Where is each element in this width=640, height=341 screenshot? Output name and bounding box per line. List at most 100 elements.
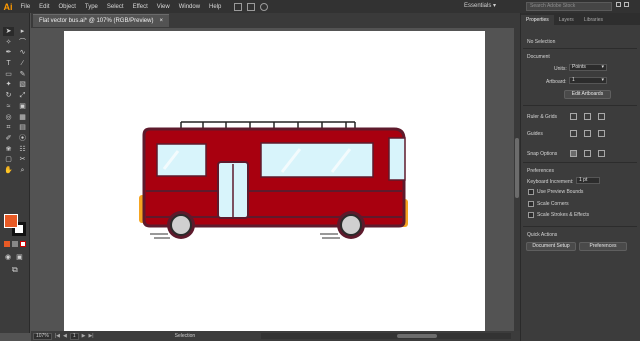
properties-panel: Properties Layers Libraries No Selection… (520, 13, 640, 341)
direct-selection-tool-icon[interactable]: ▸ (17, 27, 28, 36)
illustrator-logo: Ai (3, 1, 13, 12)
document-tab[interactable]: Flat vector bus.ai* @ 107% (RGB/Preview)… (33, 14, 169, 27)
preferences-button[interactable]: Preferences (579, 242, 627, 251)
menu-view[interactable]: View (152, 4, 174, 10)
menu-window[interactable]: Window (174, 4, 204, 10)
artboard-tool-icon[interactable]: ▢ (3, 155, 14, 164)
color-mode-icon[interactable] (4, 241, 10, 247)
units-label: Units: (554, 66, 567, 72)
column-graph-icon[interactable]: ☷ (17, 145, 28, 154)
rectangle-tool-icon[interactable]: ▭ (3, 70, 14, 79)
gradient-mode-icon[interactable] (12, 241, 18, 247)
draw-mode-icon[interactable]: ◉ (5, 253, 11, 261)
type-tool-icon[interactable]: T (3, 59, 14, 68)
blend-tool-icon[interactable]: ⦿ (17, 134, 28, 143)
slice-tool-icon[interactable]: ✂ (17, 155, 28, 164)
bus-illustration[interactable] (64, 31, 485, 331)
preferences-heading: Preferences (527, 168, 554, 174)
transparency-grid-icon[interactable] (598, 113, 605, 120)
eyedropper-icon[interactable]: ✐ (3, 134, 14, 143)
menu-type[interactable]: Type (80, 4, 102, 10)
snap-to-point-icon[interactable] (570, 150, 577, 157)
menu-effect[interactable]: Effect (128, 4, 152, 10)
first-artboard-icon[interactable]: |◀ (55, 333, 60, 339)
free-transform-icon[interactable]: ▣ (17, 102, 28, 111)
use-preview-bounds-label: Use Preview Bounds (537, 189, 584, 195)
workspace-switcher[interactable]: Essentials (464, 2, 496, 9)
none-mode-icon[interactable] (20, 241, 26, 247)
units-dropdown-icon: ▾ (601, 64, 604, 70)
magic-wand-icon[interactable]: ✧ (3, 38, 14, 47)
units-select[interactable]: Points ▾ (569, 64, 607, 71)
document-tab-title: Flat vector bus.ai* @ 107% (RGB/Preview) (39, 18, 154, 24)
pen-tool-icon[interactable]: ✒ (3, 48, 14, 57)
brush-icon[interactable] (259, 2, 268, 11)
document-setup-button[interactable]: Document Setup (526, 242, 576, 251)
edit-artboards-button[interactable]: Edit Artboards (564, 90, 611, 99)
menu-select[interactable]: Select (102, 4, 128, 10)
screen-mode-icon[interactable]: ⧉ (12, 265, 18, 275)
draw-inside-icon[interactable]: ▣ (16, 253, 23, 261)
width-tool-icon[interactable]: ≈ (3, 102, 14, 111)
arrange-documents-icon[interactable] (233, 2, 242, 11)
snap-to-grid-icon[interactable] (584, 150, 591, 157)
shaper-tool-icon[interactable]: ✦ (3, 80, 14, 89)
perspective-grid-icon[interactable]: ▦ (17, 113, 28, 122)
eraser-icon[interactable]: ▧ (17, 80, 28, 89)
vertical-scroll-thumb[interactable] (515, 138, 519, 198)
shape-builder-icon[interactable]: ◎ (3, 113, 14, 122)
zoom-tool-icon[interactable]: ⌕ (17, 166, 28, 175)
smart-guides-icon[interactable] (598, 130, 605, 137)
gradient-tool-icon[interactable]: ▤ (17, 123, 28, 132)
snap-to-pixel-icon[interactable] (598, 150, 605, 157)
keyboard-increment-input[interactable]: 1 pt (576, 177, 600, 184)
use-preview-bounds-checkbox[interactable] (528, 189, 534, 195)
horizontal-scroll-thumb[interactable] (397, 334, 437, 338)
scale-strokes-checkbox[interactable] (528, 212, 534, 218)
minimize-icon[interactable] (616, 2, 621, 7)
close-tab-icon[interactable]: × (159, 15, 163, 27)
lasso-icon[interactable]: ⌒ (17, 38, 28, 47)
snap-options-label: Snap Options (527, 151, 558, 157)
prev-artboard-icon[interactable]: ◀ (63, 333, 67, 339)
paintbrush-icon[interactable]: ✎ (17, 70, 28, 79)
document-heading: Document (527, 54, 550, 60)
lock-guides-icon[interactable] (584, 130, 591, 137)
menu-file[interactable]: File (16, 4, 35, 10)
scale-strokes-label: Scale Strokes & Effects (537, 212, 590, 218)
line-tool-icon[interactable]: ∕ (17, 59, 28, 68)
ruler-icon[interactable] (570, 113, 577, 120)
mesh-tool-icon[interactable]: ⌗ (3, 123, 14, 132)
menu-help[interactable]: Help (205, 4, 226, 10)
artboard-select[interactable]: 1 ▾ (569, 77, 607, 84)
rotate-tool-icon[interactable]: ↻ (3, 91, 14, 100)
tab-layers[interactable]: Layers (554, 15, 579, 25)
quick-actions-heading: Quick Actions (527, 232, 558, 238)
maximize-icon[interactable] (624, 2, 629, 7)
menu-object[interactable]: Object (54, 4, 80, 10)
menu-edit[interactable]: Edit (35, 4, 54, 10)
next-artboard-icon[interactable]: ▶ (82, 333, 86, 339)
artboard[interactable] (64, 31, 485, 331)
grid-view-icon[interactable] (246, 2, 255, 11)
horizontal-scrollbar[interactable] (261, 333, 511, 339)
curvature-tool-icon[interactable]: ∿ (17, 48, 28, 57)
status-bar: 107% |◀ ◀ 1 ▶ ▶| Selection (31, 331, 520, 341)
current-tool-status[interactable]: Selection (175, 333, 196, 339)
tab-properties[interactable]: Properties (521, 15, 554, 25)
hand-tool-icon[interactable]: ✋ (3, 166, 14, 175)
selection-tool-icon[interactable]: ➤ (3, 27, 14, 36)
last-artboard-icon[interactable]: ▶| (88, 333, 93, 339)
scale-tool-icon[interactable]: ⤢ (17, 91, 28, 100)
tab-libraries[interactable]: Libraries (579, 15, 608, 25)
show-guides-icon[interactable] (570, 130, 577, 137)
grid-icon[interactable] (584, 113, 591, 120)
side-window (260, 142, 374, 178)
fill-swatch[interactable] (4, 214, 18, 228)
stock-search-input[interactable]: Search Adobe Stock (526, 2, 612, 11)
zoom-field[interactable]: 107% (33, 332, 52, 340)
symbol-sprayer-icon[interactable]: ❀ (3, 145, 14, 154)
scale-corners-checkbox[interactable] (528, 201, 534, 207)
artboard-number-field[interactable]: 1 (69, 332, 79, 340)
scale-corners-label: Scale Corners (537, 201, 569, 207)
